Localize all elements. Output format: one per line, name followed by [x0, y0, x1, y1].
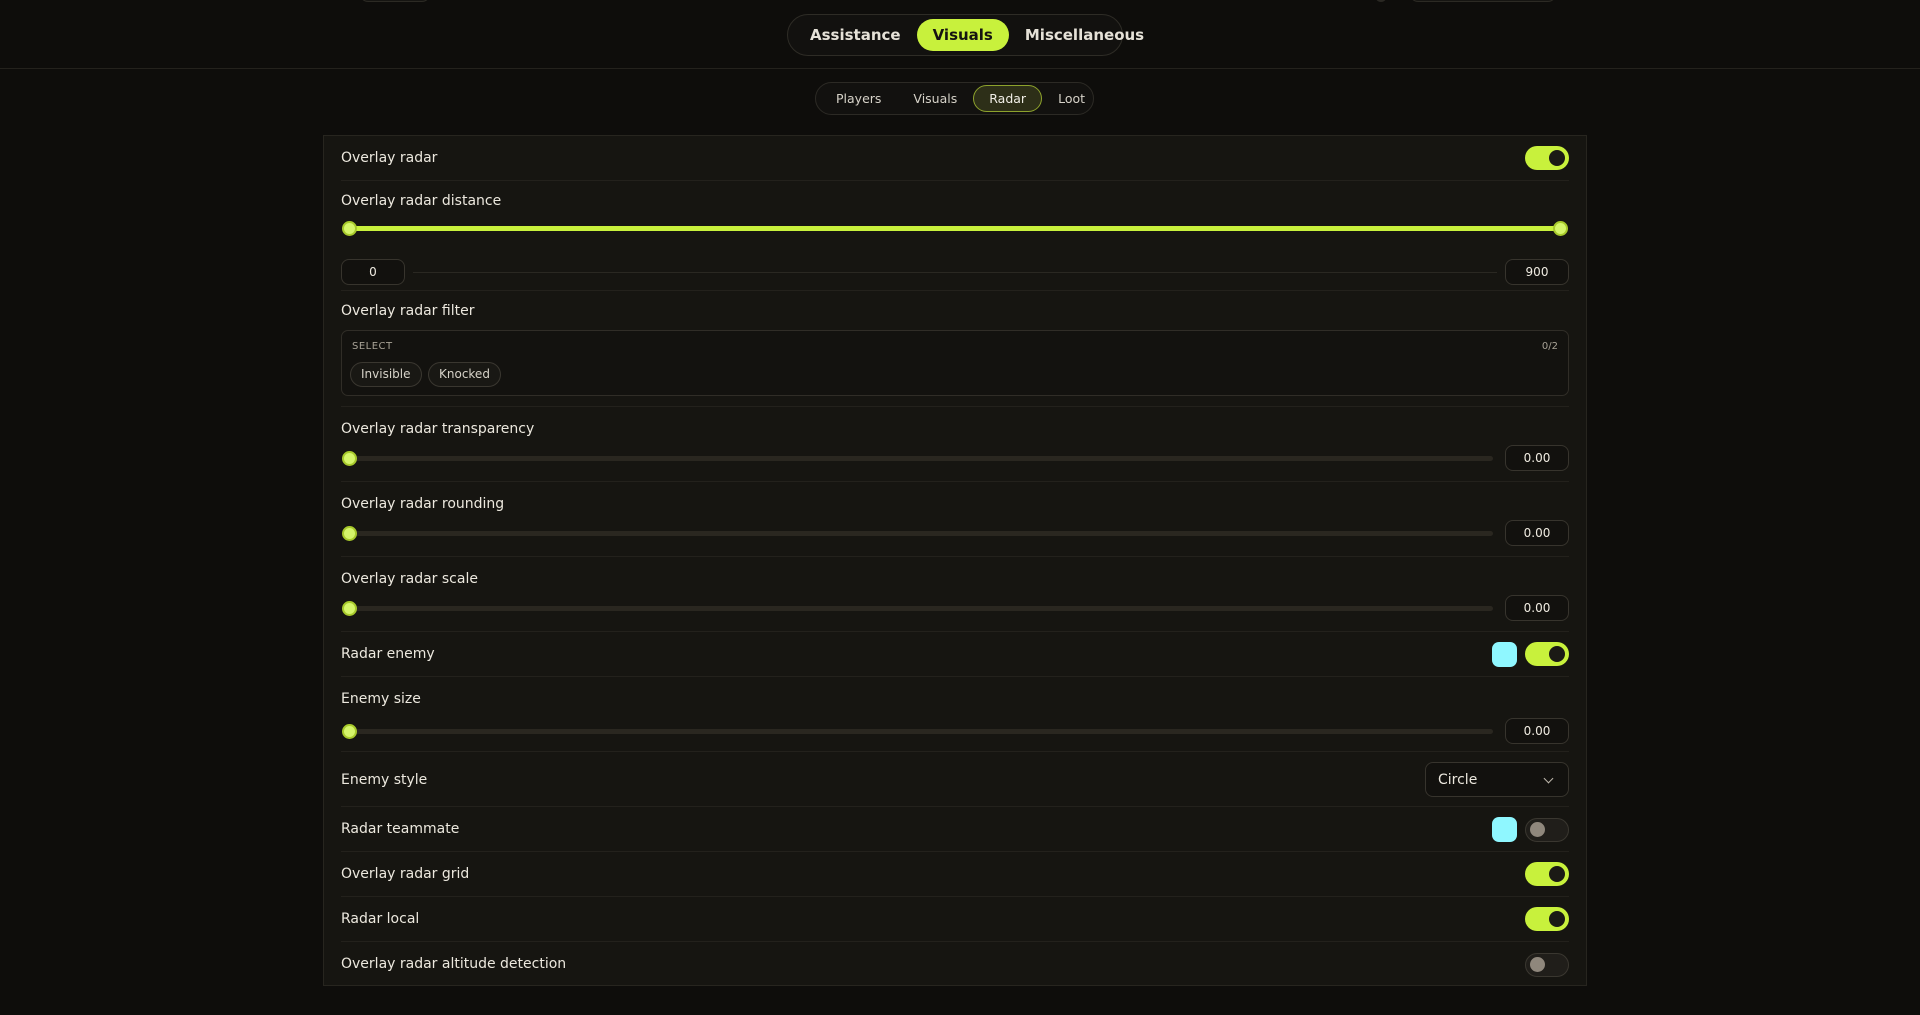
top-left-control[interactable] — [360, 0, 430, 2]
enemy-size-slider-handle[interactable] — [342, 724, 357, 739]
radar-enemy-toggle[interactable] — [1525, 642, 1569, 666]
scale-slider-track[interactable] — [349, 606, 1493, 611]
setting-radar-enemy: Radar enemy — [341, 632, 1569, 677]
rounding-value[interactable]: 0.00 — [1505, 520, 1569, 546]
setting-enemy-size: Enemy size 0.00 — [341, 677, 1569, 752]
setting-overlay-radar: Overlay radar — [341, 136, 1569, 181]
multiselect-count: 0/2 — [1541, 341, 1558, 352]
distance-max-input[interactable]: 900 — [1505, 259, 1569, 285]
radar-teammate-label: Radar teammate — [341, 821, 460, 837]
setting-enemy-style: Enemy style Circle — [341, 752, 1569, 807]
subtab-players[interactable]: Players — [820, 85, 897, 112]
overlay-radar-distance-label: Overlay radar distance — [341, 193, 502, 209]
overlay-radar-scale-label: Overlay radar scale — [341, 571, 478, 587]
top-right-control[interactable] — [1410, 0, 1556, 2]
enemy-style-label: Enemy style — [341, 772, 428, 788]
setting-overlay-radar-filter: Overlay radar filter SELECT 0/2 Invisibl… — [341, 291, 1569, 407]
enemy-style-dropdown[interactable]: Circle — [1425, 762, 1569, 797]
tab-miscellaneous[interactable]: Miscellaneous — [1009, 19, 1160, 51]
enemy-size-value[interactable]: 0.00 — [1505, 718, 1569, 744]
tab-assistance[interactable]: Assistance — [794, 19, 917, 51]
setting-overlay-radar-transparency: Overlay radar transparency 0.00 — [341, 407, 1569, 482]
radar-local-toggle[interactable] — [1525, 907, 1569, 931]
chevron-down-icon — [1543, 773, 1554, 784]
overlay-radar-rounding-label: Overlay radar rounding — [341, 496, 505, 512]
distance-slider-min-handle[interactable] — [342, 221, 357, 236]
overlay-radar-filter-label: Overlay radar filter — [341, 303, 475, 319]
setting-overlay-radar-grid: Overlay radar grid — [341, 852, 1569, 897]
radar-local-label: Radar local — [341, 911, 420, 927]
setting-overlay-radar-scale: Overlay radar scale 0.00 — [341, 557, 1569, 632]
radar-teammate-toggle[interactable] — [1525, 818, 1569, 842]
overlay-radar-label: Overlay radar — [341, 150, 438, 166]
multiselect-title: SELECT — [352, 341, 393, 352]
setting-radar-teammate: Radar teammate — [341, 807, 1569, 852]
overlay-radar-toggle[interactable] — [1525, 146, 1569, 170]
rounding-slider-track[interactable] — [349, 531, 1493, 536]
top-bar: Assistance Visuals Miscellaneous — [0, 0, 1920, 69]
setting-overlay-radar-distance: Overlay radar distance 0 900 — [341, 181, 1569, 291]
setting-overlay-radar-altitude-detection: Overlay radar altitude detection — [341, 942, 1569, 987]
rounding-slider-handle[interactable] — [342, 526, 357, 541]
overlay-radar-grid-toggle[interactable] — [1525, 862, 1569, 886]
distance-range-line — [413, 272, 1497, 273]
sub-tab-bar: Players Visuals Radar Loot — [815, 82, 1094, 115]
scale-slider-handle[interactable] — [342, 601, 357, 616]
overlay-radar-grid-label: Overlay radar grid — [341, 866, 470, 882]
distance-min-input[interactable]: 0 — [341, 259, 405, 285]
overlay-radar-transparency-label: Overlay radar transparency — [341, 421, 535, 437]
setting-overlay-radar-rounding: Overlay radar rounding 0.00 — [341, 482, 1569, 557]
distance-slider-fill — [349, 226, 1561, 231]
subtab-visuals[interactable]: Visuals — [897, 85, 973, 112]
distance-slider-max-handle[interactable] — [1553, 221, 1568, 236]
enemy-size-label: Enemy size — [341, 691, 421, 707]
radar-settings-panel: Overlay radar Overlay radar distance 0 9… — [323, 135, 1587, 986]
subtab-radar[interactable]: Radar — [973, 85, 1043, 112]
main-tab-bar: Assistance Visuals Miscellaneous — [787, 14, 1144, 56]
subtab-loot[interactable]: Loot — [1042, 85, 1101, 112]
overlay-radar-altitude-detection-label: Overlay radar altitude detection — [341, 956, 567, 972]
transparency-slider-track[interactable] — [349, 456, 1493, 461]
overlay-radar-altitude-detection-toggle[interactable] — [1525, 953, 1569, 977]
setting-radar-local: Radar local — [341, 897, 1569, 942]
radar-filter-multiselect[interactable]: SELECT 0/2 Invisible Knocked — [341, 330, 1569, 396]
enemy-size-slider-track[interactable] — [349, 729, 1493, 734]
scale-value[interactable]: 0.00 — [1505, 595, 1569, 621]
filter-option-knocked[interactable]: Knocked — [428, 362, 501, 387]
radar-teammate-color-swatch[interactable] — [1492, 817, 1517, 842]
distance-slider-track[interactable] — [349, 226, 1561, 231]
tab-visuals[interactable]: Visuals — [916, 19, 1009, 51]
enemy-style-selected: Circle — [1438, 772, 1478, 788]
transparency-slider-handle[interactable] — [342, 451, 357, 466]
radar-enemy-label: Radar enemy — [341, 646, 435, 662]
transparency-value[interactable]: 0.00 — [1505, 445, 1569, 471]
filter-option-invisible[interactable]: Invisible — [350, 362, 422, 387]
top-status-dot — [1376, 0, 1386, 2]
radar-enemy-color-swatch[interactable] — [1492, 642, 1517, 667]
